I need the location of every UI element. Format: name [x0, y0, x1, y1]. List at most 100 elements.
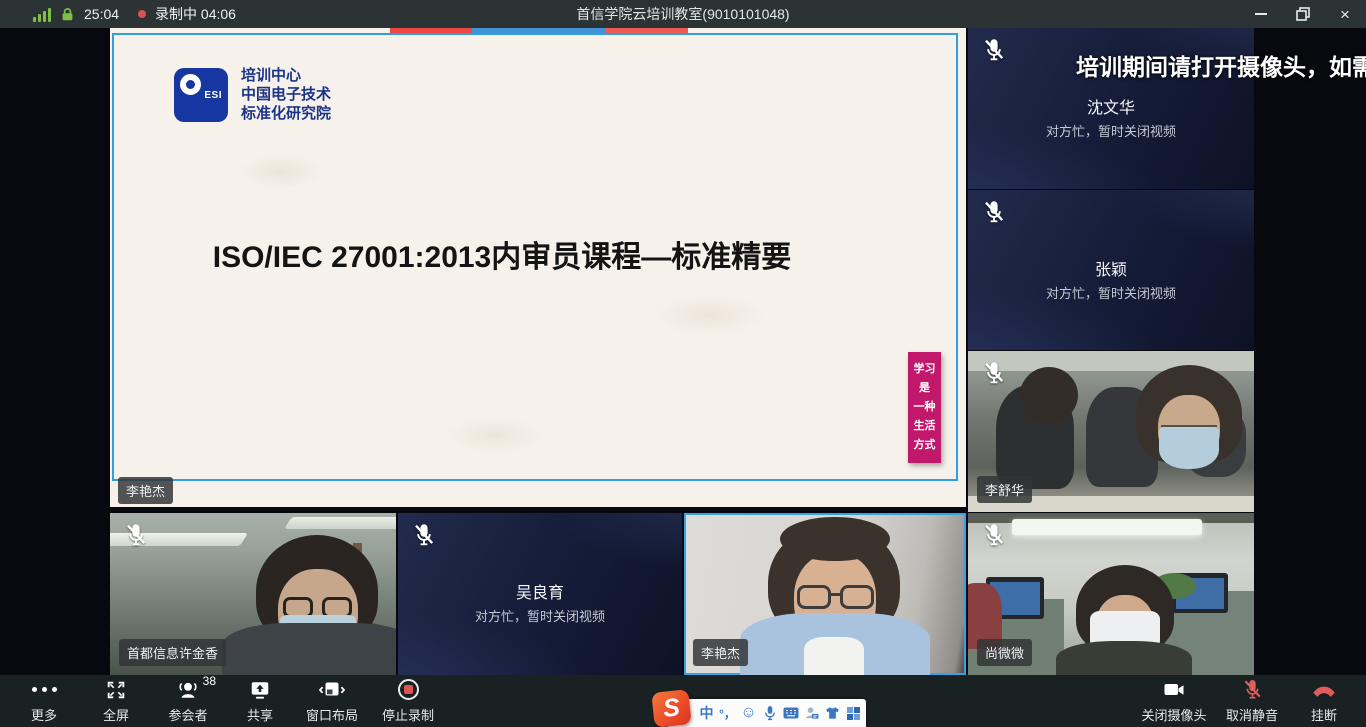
glasses-bridge	[829, 593, 842, 596]
minimize-button[interactable]	[1252, 5, 1270, 23]
ime-keyboard-icon	[783, 707, 799, 719]
more-button[interactable]: 更多	[8, 675, 80, 727]
ime-grid-icon	[847, 707, 860, 720]
ceiling-light	[1012, 519, 1202, 535]
participant-status: 对方忙，暂时关闭视频	[398, 606, 682, 625]
announcement-marquee: 培训期间请打开摄像头，如需发	[1076, 48, 1366, 82]
org-line: 中国电子技术	[241, 85, 331, 104]
more-dots-icon	[32, 687, 57, 692]
fullscreen-label: 全屏	[103, 705, 129, 724]
participant-tile-lishuhua[interactable]: 李舒华	[968, 351, 1254, 512]
stop-record-button[interactable]: 停止录制	[368, 675, 448, 727]
shared-window-top-red-segment	[390, 28, 472, 33]
mic-muted-icon	[411, 522, 437, 548]
mic-muted-icon	[981, 199, 1007, 225]
participant-tile-xujinxiang[interactable]: 首都信息许金香	[110, 513, 396, 675]
person-body	[1056, 641, 1192, 675]
ime-voice-button[interactable]	[759, 699, 780, 727]
toolbar-left-group: 更多 全屏	[8, 675, 448, 727]
participant-name: 张颖	[968, 256, 1254, 280]
camera-off-button[interactable]: 关闭摄像头	[1132, 675, 1216, 727]
banner-line: 方式	[914, 440, 936, 451]
participant-tile-zhangying[interactable]: 张颖 对方忙，暂时关闭视频	[968, 190, 1254, 350]
share-button[interactable]: 共享	[224, 675, 296, 727]
banner-line: 是	[919, 383, 930, 394]
office-ceiling	[968, 351, 1254, 371]
meeting-toolbar: 更多 全屏	[0, 675, 1366, 727]
window-layout-icon	[318, 679, 346, 701]
participant-tile-liyanjie-active[interactable]: 李艳杰	[684, 513, 966, 675]
ime-tshirt-icon	[825, 706, 840, 720]
mic-muted-icon	[981, 37, 1007, 63]
lock-icon	[60, 7, 75, 22]
hangup-label: 挂断	[1311, 705, 1337, 724]
share-screen-icon	[248, 679, 272, 701]
recording-dot-icon	[138, 10, 146, 18]
person-body	[222, 623, 396, 675]
stage: ESI 培训中心 中国电子技术 标准化研究院 ISO/IEC 27001:201…	[0, 28, 1366, 675]
titlebar-status-cluster: 25:04 录制中 04:06	[33, 0, 236, 28]
slide-side-banner: 学习 是 一种 生活 方式	[908, 352, 941, 463]
participant-tile-shangweiwei[interactable]: 尚微微	[968, 513, 1254, 675]
org-line: 培训中心	[241, 66, 331, 85]
participant-name-tag: 李舒华	[977, 476, 1032, 503]
participant-name-tag: 尚微微	[977, 639, 1032, 666]
ime-menu-button[interactable]	[843, 699, 864, 727]
person-face-mask	[1159, 427, 1219, 469]
unmute-button[interactable]: 取消静音	[1216, 675, 1288, 727]
ime-profile-button[interactable]	[801, 699, 822, 727]
presenter-name-tag: 李艳杰	[118, 477, 173, 504]
ime-keyboard-button[interactable]	[780, 699, 801, 727]
meeting-elapsed-time: 25:04	[84, 6, 119, 22]
person-glasses	[840, 585, 874, 609]
stop-record-label: 停止录制	[382, 705, 434, 724]
ime-toolbar: S 中 °， ☺	[668, 699, 866, 727]
screen-share-view[interactable]: ESI 培训中心 中国电子技术 标准化研究院 ISO/IEC 27001:201…	[110, 28, 966, 507]
person-shirt	[804, 637, 864, 675]
person-bangs	[780, 517, 890, 561]
share-label: 共享	[247, 705, 273, 724]
participant-name-tag: 首都信息许金香	[119, 639, 226, 666]
mic-muted-icon	[981, 360, 1007, 386]
participant-name: 吴良育	[398, 579, 682, 603]
participant-status: 对方忙，暂时关闭视频	[968, 283, 1254, 302]
ime-skin-button[interactable]	[822, 699, 843, 727]
cesi-logo-letters: ESI	[204, 90, 222, 101]
participant-status: 对方忙，暂时关闭视频	[968, 121, 1254, 140]
recording-status: 录制中 04:06	[155, 4, 236, 24]
hangup-button[interactable]: 挂断	[1288, 675, 1360, 727]
fullscreen-icon	[105, 679, 127, 701]
hangup-icon	[1311, 680, 1337, 700]
restore-button[interactable]	[1294, 5, 1312, 23]
participant-tile-wuliangyu[interactable]: 吴良育 对方忙，暂时关闭视频	[398, 513, 682, 675]
participant-name-tag: 李艳杰	[693, 639, 748, 666]
more-label: 更多	[31, 705, 57, 724]
layout-button[interactable]: 窗口布局	[296, 675, 368, 727]
shared-window-top-red-segment2	[606, 28, 688, 33]
person-glasses	[1161, 417, 1217, 427]
meeting-app-window: 25:04 录制中 04:06 首信学院云培训教室(9010101048) ×	[0, 0, 1366, 727]
ime-mic-icon	[764, 705, 776, 721]
unmute-label: 取消静音	[1226, 705, 1278, 724]
org-line: 标准化研究院	[241, 104, 331, 123]
participants-button[interactable]: 38 参会者	[152, 675, 224, 727]
shared-window-top-blue-segment	[472, 28, 606, 33]
person-glasses	[797, 585, 831, 609]
ime-language-mode-button[interactable]: 中	[696, 699, 717, 727]
sogou-logo-icon[interactable]: S	[651, 689, 691, 727]
banner-line: 生活	[914, 421, 936, 432]
camera-off-label: 关闭摄像头	[1141, 705, 1206, 724]
toolbar-right-group: 关闭摄像头 取消静音 挂断	[1132, 675, 1360, 727]
close-button[interactable]: ×	[1336, 5, 1354, 23]
ime-punctuation-button[interactable]: °，	[717, 699, 738, 727]
mic-muted-icon	[123, 522, 149, 548]
cesi-org-name: 培训中心 中国电子技术 标准化研究院	[241, 66, 331, 123]
participants-count-badge: 38	[203, 674, 216, 688]
fullscreen-button[interactable]: 全屏	[80, 675, 152, 727]
signal-strength-icon	[33, 7, 51, 22]
slide-title: ISO/IEC 27001:2013内审员课程—标准精要	[110, 232, 894, 276]
ceiling-light	[284, 517, 396, 529]
layout-label: 窗口布局	[306, 705, 358, 724]
ime-emoji-button[interactable]: ☺	[738, 699, 759, 727]
camera-icon	[1162, 680, 1186, 700]
